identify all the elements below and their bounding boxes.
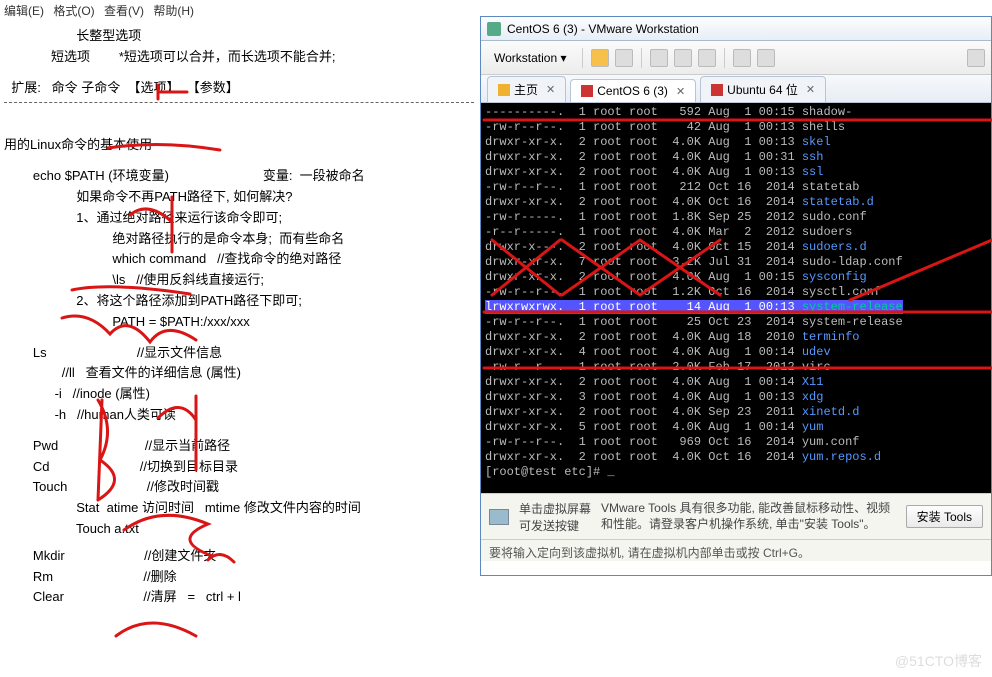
- note-line: Clear //清屏 = ctrl + l: [4, 587, 476, 608]
- note-line: 1、通过绝对路径来运行该命令即可;: [4, 208, 476, 229]
- terminal-line: drwxr-xr-x. 3 root root 4.0K Aug 1 00:13…: [485, 390, 987, 405]
- note-line: echo $PATH (环境变量) 变量: 一段被命名: [4, 166, 476, 187]
- terminal-prompt[interactable]: [root@test etc]# _: [485, 465, 987, 480]
- close-icon[interactable]: ✕: [676, 85, 685, 98]
- menu-format[interactable]: 格式(O): [53, 4, 94, 18]
- divider: [4, 102, 474, 103]
- note-line: 2、将这个路径添加到PATH路径下即可;: [4, 291, 476, 312]
- terminal-line: -rw-r--r--. 1 root root 1.2K Oct 16 2014…: [485, 285, 987, 300]
- close-icon[interactable]: ✕: [806, 83, 815, 96]
- vm-hint: 要将输入定向到该虚拟机, 请在虚拟机内部单击或按 Ctrl+G。: [481, 539, 991, 561]
- terminal-line: -rw-r--r--. 1 root root 212 Oct 16 2014 …: [485, 180, 987, 195]
- note-line: 如果命令不再PATH路径下, 如何解决?: [4, 187, 476, 208]
- note-line: \ls //使用反斜线直接运行;: [4, 270, 476, 291]
- vm-title-text: CentOS 6 (3) - VMware Workstation: [507, 22, 699, 36]
- tab-ubuntu[interactable]: Ubuntu 64 位 ✕: [700, 76, 826, 102]
- separator: [582, 48, 583, 68]
- terminal-line: -rw-r-----. 1 root root 1.8K Sep 25 2012…: [485, 210, 987, 225]
- note-line: 扩展: 命令 子命令 【选项】 【参数】: [4, 78, 476, 99]
- terminal-line: drwxr-xr-x. 4 root root 4.0K Aug 1 00:14…: [485, 345, 987, 360]
- terminal-line: -rw-r--r--. 1 root root 969 Oct 16 2014 …: [485, 435, 987, 450]
- note-line: 绝对路径执行的是命令本身; 而有些命名: [4, 229, 476, 250]
- terminal-line: drwxr-xr-x. 5 root root 4.0K Aug 1 00:14…: [485, 420, 987, 435]
- terminal[interactable]: ----------. 1 root root 592 Aug 1 00:15 …: [481, 103, 991, 493]
- note-line: Ls //显示文件信息: [4, 343, 476, 364]
- snapshot-icon[interactable]: [650, 49, 668, 67]
- terminal-line: -rw-r--r--. 1 root root 42 Aug 1 00:13 s…: [485, 120, 987, 135]
- terminal-line: drwxr-xr-x. 7 root root 3.2K Jul 31 2014…: [485, 255, 987, 270]
- status-msg: VMware Tools 具有很多功能, 能改善鼠标移动性、视频和性能。请登录客…: [601, 501, 896, 532]
- note-line: 短选项 *短选项可以合并，而长选项不能合并;: [4, 47, 476, 68]
- dropdown-icon[interactable]: [615, 49, 633, 67]
- menu-view[interactable]: 查看(V): [104, 4, 144, 18]
- tab-label: Ubuntu 64 位: [727, 81, 798, 98]
- pause-icon[interactable]: [591, 49, 609, 67]
- home-icon: [498, 84, 510, 96]
- note-line: which command //查找命令的绝对路径: [4, 249, 476, 270]
- note-heading: 用的Linux命令的基本使用: [4, 135, 476, 156]
- note-line: //ll 查看文件的详细信息 (属性): [4, 363, 476, 384]
- revert-icon[interactable]: [674, 49, 692, 67]
- manage-snap-icon[interactable]: [698, 49, 716, 67]
- note-line: 长整型选项: [4, 26, 476, 47]
- terminal-line: drwxr-xr-x. 2 root root 4.0K Aug 1 00:13…: [485, 165, 987, 180]
- menu-edit[interactable]: 编辑(E): [4, 4, 44, 18]
- tab-label: 主页: [514, 81, 538, 98]
- tab-home[interactable]: 主页 ✕: [487, 76, 566, 102]
- note-line: -i //inode (属性): [4, 384, 476, 405]
- note-line: PATH = $PATH:/xxx/xxx: [4, 312, 476, 333]
- terminal-line: drwxr-xr-x. 2 root root 4.0K Aug 1 00:15…: [485, 270, 987, 285]
- terminal-line: -rw-r--r--. 1 root root 2.0K Feb 17 2012…: [485, 360, 987, 375]
- watermark: @51CTO博客: [895, 651, 982, 671]
- terminal-line: lrwxrwxrwx. 1 root root 14 Aug 1 00:13 s…: [485, 300, 987, 315]
- note-line: Mkdir //创建文件夹: [4, 546, 476, 567]
- note-line: Touch //修改时间戳: [4, 477, 476, 498]
- terminal-line: drwxr-xr-x. 2 root root 4.0K Sep 23 2011…: [485, 405, 987, 420]
- separator: [724, 48, 725, 68]
- status-left: 单击虚拟屏幕可发送按键: [519, 500, 591, 534]
- terminal-line: drwxr-x---. 2 root root 4.0K Oct 15 2014…: [485, 240, 987, 255]
- vm-icon: [581, 85, 593, 97]
- separator: [641, 48, 642, 68]
- vm-toolbar: Workstation ▾: [481, 41, 991, 75]
- fullscreen-icon[interactable]: [733, 49, 751, 67]
- terminal-line: drwxr-xr-x. 2 root root 4.0K Aug 1 00:13…: [485, 135, 987, 150]
- screen-icon: [489, 509, 509, 525]
- menu-help[interactable]: 帮助(H): [153, 4, 194, 18]
- vm-status-bar: 单击虚拟屏幕可发送按键 VMware Tools 具有很多功能, 能改善鼠标移动…: [481, 493, 991, 539]
- tab-centos[interactable]: CentOS 6 (3) ✕: [570, 79, 696, 102]
- terminal-line: drwxr-xr-x. 2 root root 4.0K Aug 18 2010…: [485, 330, 987, 345]
- vm-tabs: 主页 ✕ CentOS 6 (3) ✕ Ubuntu 64 位 ✕: [481, 75, 991, 103]
- terminal-line: drwxr-xr-x. 2 root root 4.0K Aug 1 00:31…: [485, 150, 987, 165]
- vm-titlebar[interactable]: CentOS 6 (3) - VMware Workstation: [481, 17, 991, 41]
- note-line: Touch a.txt: [4, 519, 476, 540]
- close-icon[interactable]: ✕: [546, 83, 555, 96]
- terminal-line: -rw-r--r--. 1 root root 25 Oct 23 2014 s…: [485, 315, 987, 330]
- terminal-line: drwxr-xr-x. 2 root root 4.0K Oct 16 2014…: [485, 195, 987, 210]
- terminal-line: drwxr-xr-x. 2 root root 4.0K Oct 16 2014…: [485, 450, 987, 465]
- terminal-line: drwxr-xr-x. 2 root root 4.0K Aug 1 00:14…: [485, 375, 987, 390]
- terminal-line: -r--r-----. 1 root root 4.0K Mar 2 2012 …: [485, 225, 987, 240]
- vmware-icon: [487, 22, 501, 36]
- note-line: Cd //切换到目标目录: [4, 457, 476, 478]
- terminal-line: ----------. 1 root root 592 Aug 1 00:15 …: [485, 105, 987, 120]
- note-line: Rm //删除: [4, 567, 476, 588]
- vmware-window: CentOS 6 (3) - VMware Workstation Workst…: [480, 16, 992, 576]
- notes-document: 长整型选项 短选项 *短选项可以合并，而长选项不能合并; 扩展: 命令 子命令 …: [0, 20, 480, 614]
- thumbnail-icon[interactable]: [967, 49, 985, 67]
- install-tools-button[interactable]: 安装 Tools: [906, 505, 983, 528]
- vm-icon: [711, 84, 723, 96]
- note-line: Stat atime 访问时间 mtime 修改文件内容的时间: [4, 498, 476, 519]
- workstation-menu[interactable]: Workstation ▾: [487, 47, 574, 69]
- note-line: -h //human人类可读: [4, 405, 476, 426]
- tab-label: CentOS 6 (3): [597, 84, 668, 98]
- unity-icon[interactable]: [757, 49, 775, 67]
- note-line: Pwd //显示当前路径: [4, 436, 476, 457]
